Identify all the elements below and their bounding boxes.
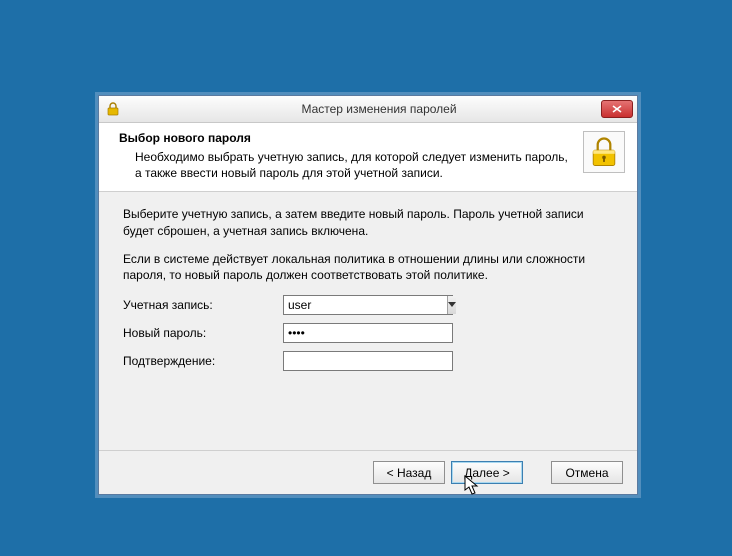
wizard-content: Выберите учетную запись, а затем введите… bbox=[99, 192, 637, 452]
new-password-row: Новый пароль: bbox=[123, 323, 613, 343]
window-title: Мастер изменения паролей bbox=[121, 102, 637, 116]
new-password-label: Новый пароль: bbox=[123, 326, 283, 340]
wizard-footer: < Назад Далее > Отмена bbox=[99, 450, 637, 494]
account-combobox[interactable] bbox=[283, 295, 453, 315]
close-icon bbox=[612, 105, 622, 113]
lock-icon bbox=[105, 101, 121, 117]
account-label: Учетная запись: bbox=[123, 298, 283, 312]
wizard-header: Выбор нового пароля Необходимо выбрать у… bbox=[99, 123, 637, 192]
confirm-password-input[interactable] bbox=[283, 351, 453, 371]
confirm-password-label: Подтверждение: bbox=[123, 354, 283, 368]
close-button[interactable] bbox=[601, 100, 633, 118]
wizard-window: Мастер изменения паролей Выбор нового па… bbox=[98, 95, 638, 495]
new-password-input[interactable] bbox=[283, 323, 453, 343]
cancel-button[interactable]: Отмена bbox=[551, 461, 623, 484]
account-input[interactable] bbox=[284, 296, 447, 314]
confirm-password-row: Подтверждение: bbox=[123, 351, 613, 371]
chevron-down-icon[interactable] bbox=[447, 296, 456, 314]
titlebar: Мастер изменения паролей bbox=[99, 96, 637, 123]
header-subtitle: Необходимо выбрать учетную запись, для к… bbox=[135, 149, 573, 181]
back-button[interactable]: < Назад bbox=[373, 461, 445, 484]
next-button[interactable]: Далее > bbox=[451, 461, 523, 484]
header-title: Выбор нового пароля bbox=[119, 131, 573, 145]
account-row: Учетная запись: bbox=[123, 295, 613, 315]
lock-icon bbox=[583, 131, 625, 173]
instruction-2: Если в системе действует локальная полит… bbox=[123, 251, 613, 283]
instruction-1: Выберите учетную запись, а затем введите… bbox=[123, 206, 613, 238]
